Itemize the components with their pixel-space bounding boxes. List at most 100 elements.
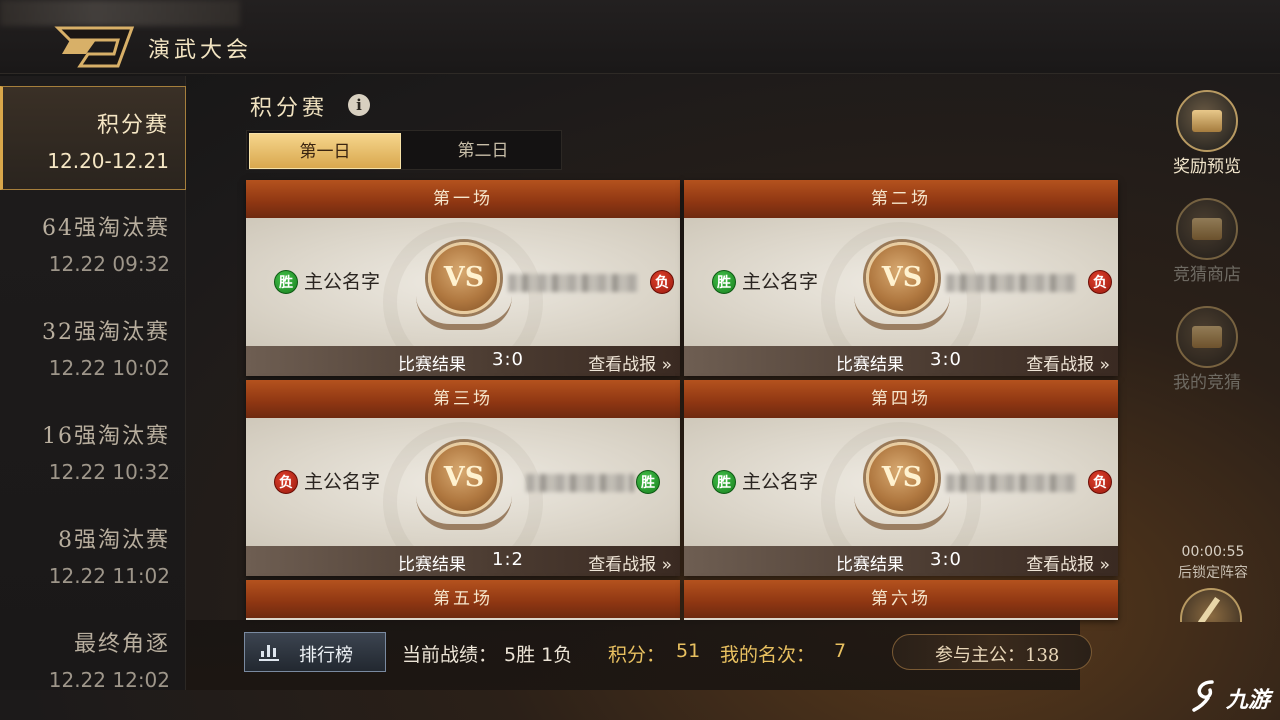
section-title: 积分赛	[250, 96, 329, 121]
player-name: 主公名字	[304, 471, 381, 493]
player-name: 主公名字	[304, 271, 381, 293]
sidebar-item-time: 12.22 12:02	[48, 668, 170, 692]
match-card-6: 第六场	[684, 580, 1118, 620]
sidebar-item-label: 最终角逐	[73, 632, 170, 657]
lose-badge-icon: 负	[274, 470, 298, 494]
sidebar-item-label: 积分赛	[96, 113, 169, 138]
match-title: 第二场	[684, 180, 1118, 218]
page-title: 演武大会	[148, 38, 253, 63]
result-score: 1:2	[492, 549, 524, 570]
match-body: 胜 主公名字 VS 负	[684, 218, 1118, 376]
sidebar-item-label: 8强淘汰赛	[58, 528, 170, 553]
watermark-text: 九游	[1226, 688, 1271, 713]
win-badge-icon: 胜	[712, 470, 736, 494]
view-report-link[interactable]: 查看战报 »	[588, 350, 672, 375]
match-body: 胜 主公名字 VS 负	[684, 418, 1118, 576]
match-footer: 比赛结果 3:0 查看战报 »	[684, 346, 1118, 376]
result-label: 比赛结果	[398, 355, 466, 375]
sidebar-item-top64[interactable]: 64强淘汰赛 12.22 09:32	[0, 190, 186, 294]
participants-count: 参与主公：138	[935, 645, 1060, 666]
vs-emblem: VS	[428, 442, 500, 514]
vs-emblem: VS	[428, 242, 500, 314]
top-blur-strip	[0, 0, 240, 26]
match-title: 第六场	[684, 580, 1118, 618]
view-report-link[interactable]: 查看战报 »	[1026, 350, 1110, 375]
reward-preview-button[interactable]: 奖励预览	[1152, 90, 1262, 177]
guess-shop-label: 竞猜商店	[1173, 265, 1241, 285]
sidebar-item-top16[interactable]: 16强淘汰赛 12.22 10:32	[0, 398, 186, 502]
view-report-link[interactable]: 查看战报 »	[1026, 550, 1110, 575]
back-arrow-icon	[54, 26, 135, 68]
lineup-countdown: 00:00:55 后锁定阵容	[1166, 544, 1260, 582]
match-body: 负 主公名字 VS 胜	[246, 418, 680, 576]
sidebar-item-points-match[interactable]: 积分赛 12.20-12.21	[0, 86, 186, 190]
sidebar-item-time: 12.20-12.21	[47, 149, 169, 173]
countdown-timer: 00:00:55	[1181, 544, 1245, 560]
lose-badge-icon: 负	[1088, 270, 1112, 294]
day-tabs: 第一日 第二日	[246, 130, 562, 170]
match-card-3: 第三场 负 主公名字 VS 胜 比赛结果 1:2 查看战报 »	[246, 380, 680, 576]
win-badge-icon: 胜	[636, 470, 660, 494]
sidebar-item-time: 12.22 11:02	[48, 564, 170, 588]
match-footer: 比赛结果 3:0 查看战报 »	[684, 546, 1118, 576]
leaderboard-label: 排行榜	[299, 645, 353, 666]
opponent-name-blurred	[508, 274, 638, 292]
match-title: 第一场	[246, 180, 680, 218]
lose-badge-icon: 负	[650, 270, 674, 294]
match-title: 第四场	[684, 380, 1118, 418]
result-score: 3:0	[492, 349, 524, 370]
back-button[interactable]	[40, 24, 140, 70]
info-icon[interactable]: i	[348, 94, 370, 116]
opponent-name-blurred	[526, 474, 634, 492]
bar-chart-icon	[259, 643, 279, 661]
my-rank-label: 我的名次：	[720, 644, 816, 666]
sidebar: 积分赛 12.20-12.21 64强淘汰赛 12.22 09:32 32强淘汰…	[0, 76, 186, 692]
points-label: 积分：	[608, 644, 666, 666]
opponent-name-blurred	[946, 474, 1076, 492]
lose-badge-icon: 负	[1088, 470, 1112, 494]
sidebar-item-final[interactable]: 最终角逐 12.22 12:02	[0, 606, 186, 710]
match-footer: 比赛结果 3:0 查看战报 »	[246, 346, 680, 376]
match-title: 第三场	[246, 380, 680, 418]
opponent-name-blurred	[946, 274, 1076, 292]
result-score: 3:0	[930, 349, 962, 370]
result-label: 比赛结果	[836, 555, 904, 575]
match-title: 第五场	[246, 580, 680, 618]
my-guess-button[interactable]: 我的竞猜	[1152, 306, 1262, 393]
chest-icon	[1176, 306, 1238, 368]
sidebar-item-label: 16强淘汰赛	[42, 424, 170, 449]
my-guess-label: 我的竞猜	[1173, 373, 1241, 393]
match-body: 胜 主公名字 VS 负	[246, 218, 680, 376]
win-badge-icon: 胜	[712, 270, 736, 294]
match-card-4: 第四场 胜 主公名字 VS 负 比赛结果 3:0 查看战报 »	[684, 380, 1118, 576]
sidebar-item-time: 12.22 09:32	[48, 252, 170, 276]
lineup-lock-button[interactable]	[1180, 588, 1242, 622]
guess-shop-button[interactable]: 竞猜商店	[1152, 198, 1262, 285]
match-card-5: 第五场	[246, 580, 680, 620]
result-label: 比赛结果	[836, 355, 904, 375]
vs-emblem: VS	[866, 442, 938, 514]
reward-preview-label: 奖励预览	[1173, 157, 1241, 177]
sidebar-item-time: 12.22 10:32	[48, 460, 170, 484]
match-footer: 比赛结果 1:2 查看战报 »	[246, 546, 680, 576]
countdown-label: 后锁定阵容	[1178, 565, 1248, 581]
points-value: 51	[676, 640, 701, 662]
leaderboard-button[interactable]: 排行榜	[244, 632, 386, 672]
shop-icon	[1176, 198, 1238, 260]
sidebar-item-top32[interactable]: 32强淘汰赛 12.22 10:02	[0, 294, 186, 398]
sidebar-item-label: 64强淘汰赛	[42, 216, 170, 241]
match-card-1: 第一场 胜 主公名字 VS 负 比赛结果 3:0 查看战报 »	[246, 180, 680, 376]
treasure-chest-icon	[1176, 90, 1238, 152]
watermark: 九游	[1192, 678, 1276, 714]
sidebar-item-top8[interactable]: 8强淘汰赛 12.22 11:02	[0, 502, 186, 606]
participants-pill: 参与主公：138	[892, 634, 1092, 670]
sidebar-item-time: 12.22 10:02	[48, 356, 170, 380]
tab-day-two[interactable]: 第二日	[407, 133, 559, 169]
my-rank-value: 7	[834, 640, 847, 662]
view-report-link[interactable]: 查看战报 »	[588, 550, 672, 575]
vs-emblem: VS	[866, 242, 938, 314]
player-name: 主公名字	[742, 471, 819, 493]
record-value: 5胜 1负	[504, 644, 573, 666]
nine-game-logo-icon	[1192, 680, 1214, 712]
tab-day-one[interactable]: 第一日	[249, 133, 401, 169]
